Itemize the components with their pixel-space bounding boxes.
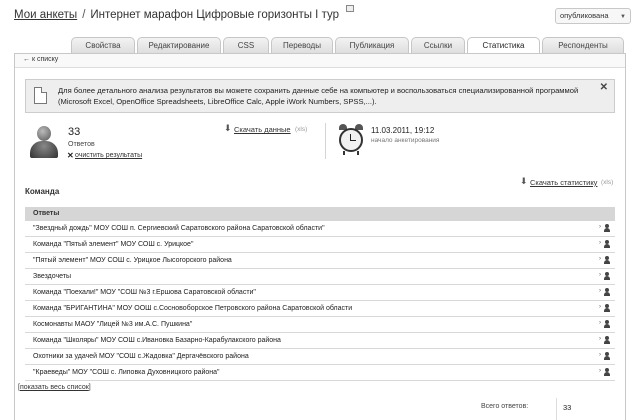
tab-links[interactable]: Ссылки bbox=[411, 37, 465, 53]
tab-translations[interactable]: Переводы bbox=[271, 37, 333, 53]
table-row: Звездочеты › bbox=[25, 269, 615, 285]
total-responses-label: Всего ответов: bbox=[481, 403, 529, 410]
answer-text: "Пятый элемент" МОУ СОШ с. Урицкое Лысог… bbox=[33, 257, 232, 264]
top-bar: Мои анкеты / Интернет марафон Цифровые гор… bbox=[0, 0, 642, 36]
status-select[interactable]: опубликована ▼ bbox=[555, 8, 631, 24]
table-row: "Пятый элемент" МОУ СОШ с. Урицкое Лысог… bbox=[25, 253, 615, 269]
download-data-format[interactable]: (xls) bbox=[295, 126, 307, 133]
respondent-user-icon[interactable]: › bbox=[599, 240, 611, 249]
status-value: опубликована bbox=[560, 11, 609, 20]
answer-text: Звездочеты bbox=[33, 273, 72, 280]
answer-text: Команда "Пятый элемент" МОУ СОШ с. Урицк… bbox=[33, 241, 194, 248]
clear-results-link[interactable]: очистить результаты bbox=[75, 152, 142, 159]
respondents-avatar-icon bbox=[29, 126, 59, 158]
download-stats-format[interactable]: (xls) bbox=[601, 179, 613, 186]
answers-table-header: Ответы bbox=[25, 207, 615, 221]
table-row: Команда "Пятый элемент" МОУ СОШ с. Урицк… bbox=[25, 237, 615, 253]
respondent-user-icon[interactable]: › bbox=[599, 304, 611, 313]
download-data-link[interactable]: Скачать данные bbox=[234, 125, 291, 134]
show-all-label: показать весь список bbox=[19, 384, 89, 391]
responses-label: Ответов bbox=[68, 141, 95, 148]
total-responses-value: 33 bbox=[563, 403, 572, 412]
statistics-panel: ← к списку Для более детального анализа … bbox=[14, 53, 626, 420]
edit-title-icon[interactable] bbox=[346, 5, 354, 12]
info-notice: Для более детального анализа результатов… bbox=[25, 79, 615, 113]
respondent-user-icon[interactable]: › bbox=[599, 336, 611, 345]
answer-text: Космонавты МАОУ "Лицей №3 им.А.С. Пушкин… bbox=[33, 321, 193, 328]
respondent-user-icon[interactable]: › bbox=[599, 224, 611, 233]
tab-publication[interactable]: Публикация bbox=[335, 37, 409, 53]
respondent-user-icon[interactable]: › bbox=[599, 272, 611, 281]
table-row: Космонавты МАОУ "Лицей №3 им.А.С. Пушкин… bbox=[25, 317, 615, 333]
responses-count: 33 bbox=[68, 126, 81, 138]
answer-text: "Звездный дождь" МОУ СОШ п. Сергиевский … bbox=[33, 225, 325, 232]
respondent-user-icon[interactable]: › bbox=[599, 288, 611, 297]
table-row: Охотники за удачей МОУ "СОШ с.Жадовка" Д… bbox=[25, 349, 615, 365]
table-row: "Звездный дождь" МОУ СОШ п. Сергиевский … bbox=[25, 221, 615, 237]
alarm-clock-icon bbox=[337, 124, 365, 155]
table-row: Команда "БРИГАНТИНА" МОУ ООШ с.Сосновобо… bbox=[25, 301, 615, 317]
breadcrumb: Мои анкеты / Интернет марафон Цифровые гор… bbox=[14, 9, 339, 21]
start-date-label: начало анкетирования bbox=[371, 137, 440, 144]
my-surveys-link[interactable]: Мои анкеты bbox=[14, 9, 77, 21]
answer-text: Команда "БРИГАНТИНА" МОУ ООШ с.Сосновобо… bbox=[33, 305, 353, 312]
download-arrow-icon: ⬇ bbox=[224, 123, 232, 133]
close-icon[interactable]: ✕ bbox=[600, 82, 608, 93]
show-all-list-link[interactable]: [показать весь список] bbox=[18, 384, 91, 391]
page-title: Интернет марафон Цифровые горизонты I ту… bbox=[90, 9, 339, 21]
back-row: ← к списку bbox=[15, 54, 625, 68]
document-icon bbox=[34, 87, 47, 104]
tab-respondents[interactable]: Респонденты bbox=[542, 37, 624, 53]
answers-table: Ответы "Звездный дождь" МОУ СОШ п. Серги… bbox=[25, 207, 615, 381]
respondent-user-icon[interactable]: › bbox=[599, 320, 611, 329]
table-row: Команда "Школяры" МОУ СОШ с.Ивановка Баз… bbox=[25, 333, 615, 349]
breadcrumb-separator: / bbox=[82, 9, 86, 21]
respondent-user-icon[interactable]: › bbox=[599, 352, 611, 361]
table-row: Команда "Поехали!" МОУ "СОШ №3 г.Ершова … bbox=[25, 285, 615, 301]
start-date: 11.03.2011, 19:12 bbox=[371, 126, 435, 135]
table-row: "Краеведы" МОУ "СОШ с. Липовка Духовницк… bbox=[25, 365, 615, 381]
download-arrow-icon: ⬇ bbox=[520, 176, 528, 186]
tab-properties[interactable]: Свойства bbox=[71, 37, 135, 53]
answer-text: "Краеведы" МОУ "СОШ с. Липовка Духовницк… bbox=[33, 369, 220, 376]
respondent-user-icon[interactable]: › bbox=[599, 368, 611, 377]
tab-bar: Свойства Редактирование CSS Переводы Пуб… bbox=[0, 37, 642, 54]
clear-icon[interactable]: ✕ bbox=[67, 151, 74, 160]
answer-text: Команда "Поехали!" МОУ "СОШ №3 г.Ершова … bbox=[33, 289, 256, 296]
info-text: Для более детального анализа результатов… bbox=[58, 86, 579, 106]
answer-text: Команда "Школяры" МОУ СОШ с.Ивановка Баз… bbox=[33, 337, 281, 344]
totals-divider bbox=[556, 398, 557, 420]
chevron-down-icon: ▼ bbox=[620, 14, 626, 20]
download-stats-link[interactable]: Скачать статистику bbox=[530, 178, 597, 187]
question-title: Команда bbox=[25, 187, 60, 196]
vertical-divider bbox=[325, 123, 326, 159]
tab-editing[interactable]: Редактирование bbox=[137, 37, 221, 53]
respondent-user-icon[interactable]: › bbox=[599, 256, 611, 265]
answer-text: Охотники за удачей МОУ "СОШ с.Жадовка" Д… bbox=[33, 353, 249, 360]
tab-statistics[interactable]: Статистика bbox=[467, 37, 540, 54]
tab-css[interactable]: CSS bbox=[223, 37, 269, 53]
back-to-list-link[interactable]: ← к списку bbox=[23, 56, 58, 63]
